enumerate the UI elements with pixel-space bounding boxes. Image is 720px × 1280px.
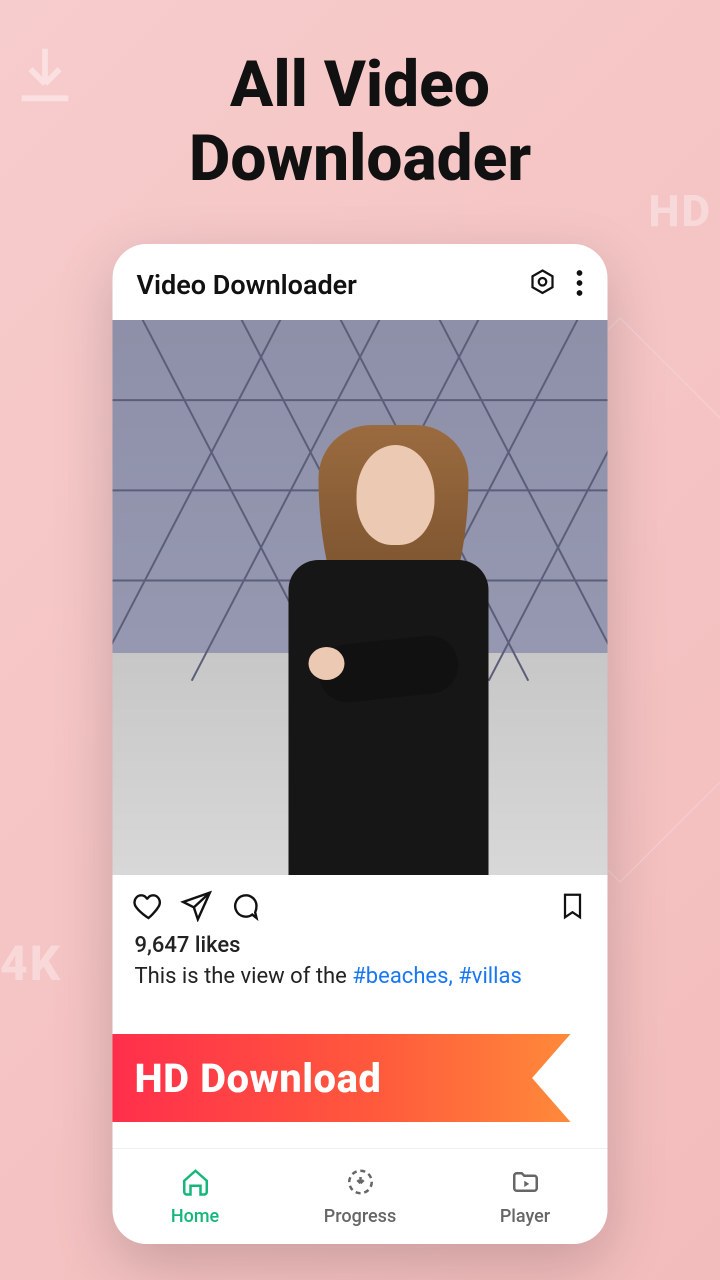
send-icon[interactable] bbox=[181, 890, 213, 926]
bg-4k-watermark: 4K bbox=[0, 935, 62, 992]
bg-download-icon bbox=[10, 40, 80, 114]
likes-count: 9,647 likes bbox=[113, 933, 608, 958]
heart-icon[interactable] bbox=[133, 890, 165, 926]
app-title: Video Downloader bbox=[137, 269, 357, 301]
nav-home-label: Home bbox=[171, 1206, 219, 1227]
nav-progress-label: Progress bbox=[324, 1206, 396, 1227]
appbar-actions bbox=[528, 268, 584, 302]
person-photo-placeholder bbox=[268, 395, 498, 875]
more-vertical-icon[interactable] bbox=[576, 268, 584, 302]
nav-player-label: Player bbox=[500, 1206, 550, 1227]
bookmark-icon[interactable] bbox=[558, 889, 588, 927]
hero-title-line2: Downloader bbox=[189, 121, 531, 196]
bg-hd-watermark: HD bbox=[648, 185, 712, 237]
phone-mockup: Video Downloader bbox=[113, 244, 608, 1244]
nav-home[interactable]: Home bbox=[113, 1149, 278, 1244]
hero-title-line1: All Video bbox=[230, 47, 490, 122]
hashtag-villas[interactable]: #villas bbox=[458, 964, 522, 989]
post-caption: This is the view of the #beaches, #villa… bbox=[113, 958, 608, 992]
app-bar: Video Downloader bbox=[113, 244, 608, 320]
hd-download-label: HD Download bbox=[135, 1055, 382, 1102]
progress-icon bbox=[345, 1167, 375, 1202]
post-action-row bbox=[113, 875, 608, 933]
player-icon bbox=[510, 1167, 540, 1202]
home-icon bbox=[180, 1167, 210, 1202]
settings-icon[interactable] bbox=[528, 268, 558, 302]
hero-title: All Video Downloader bbox=[0, 0, 720, 195]
comment-icon[interactable] bbox=[229, 890, 261, 926]
post-image[interactable] bbox=[113, 320, 608, 875]
caption-text: This is the view of the bbox=[135, 964, 353, 989]
bottom-nav: Home Progress Player bbox=[113, 1148, 608, 1244]
hd-download-button[interactable]: HD Download bbox=[113, 1034, 571, 1122]
hashtag-beaches[interactable]: #beaches, bbox=[352, 964, 453, 989]
nav-progress[interactable]: Progress bbox=[278, 1149, 443, 1244]
nav-player[interactable]: Player bbox=[443, 1149, 608, 1244]
